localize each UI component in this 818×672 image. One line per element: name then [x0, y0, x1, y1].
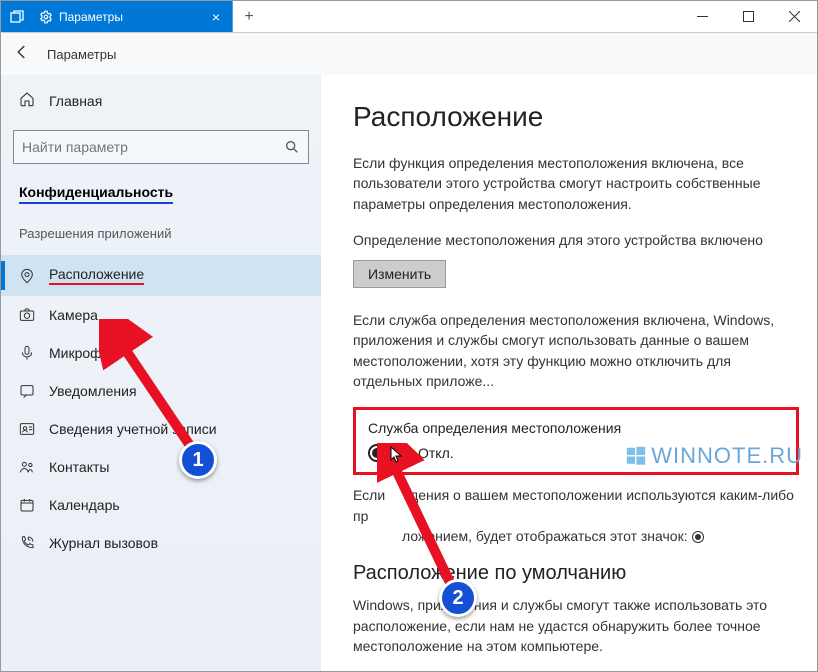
sidebar-item-account-info[interactable]: Сведения учетной записи [1, 410, 321, 448]
location-icon [19, 268, 35, 284]
sidebar-home-label: Главная [49, 93, 102, 109]
sidebar-item-label: Календарь [49, 497, 120, 513]
sidebar-item-label: Уведомления [49, 383, 137, 399]
calendar-icon [19, 497, 35, 513]
paragraph-service: Если служба определения местоположения в… [353, 310, 799, 391]
location-indicator-icon [692, 531, 704, 543]
sidebar-item-calendar[interactable]: Календарь [1, 486, 321, 524]
contacts-icon [19, 459, 35, 475]
active-tab[interactable]: Параметры × [33, 1, 233, 32]
search-input-box[interactable] [13, 130, 309, 164]
sidebar-item-label: Расположение [49, 266, 144, 285]
status-line: Определение местоположения для этого уст… [353, 230, 799, 250]
sidebar-item-location[interactable]: Расположение [1, 255, 321, 296]
window-minimize-button[interactable] [679, 1, 725, 32]
sidebar-item-notifications[interactable]: Уведомления [1, 372, 321, 410]
call-history-icon [19, 535, 35, 551]
microphone-icon [19, 345, 35, 361]
sidebar-item-microphone[interactable]: Микрофон [1, 334, 321, 372]
highlight-box: Служба определения местоположения Откл. [353, 407, 799, 475]
titlebar-spacer [265, 1, 679, 32]
breadcrumb: Параметры [47, 47, 116, 62]
new-tab-button[interactable]: + [233, 1, 265, 32]
gear-icon [39, 10, 53, 24]
sidebar: Главная Конфиденциальность Разрешения пр… [1, 75, 321, 671]
paragraph-default-location: Windows, приложения и службы смогут такж… [353, 595, 799, 656]
search-icon [284, 139, 300, 155]
account-info-icon [19, 421, 35, 437]
sidebar-item-contacts[interactable]: Контакты [1, 448, 321, 486]
tab-close-icon[interactable]: × [208, 9, 224, 25]
sidebar-section-title: Конфиденциальность [19, 184, 173, 204]
back-button[interactable] [13, 43, 31, 66]
main-content: Расположение Если функция определения ме… [321, 75, 817, 671]
sidebar-home[interactable]: Главная [1, 83, 321, 118]
sidebar-item-label: Камера [49, 307, 98, 323]
sidebar-subheading: Разрешения приложений [1, 226, 321, 241]
paragraph-icon-info: Если xxxдения о вашем местоположении исп… [353, 485, 799, 546]
sidebar-item-label: Контакты [49, 459, 109, 475]
window-close-button[interactable] [771, 1, 817, 32]
sidebar-item-label: Микрофон [49, 345, 117, 361]
home-icon [19, 91, 35, 110]
paragraph-intro: Если функция определения местоположения … [353, 153, 799, 214]
search-input[interactable] [22, 139, 284, 155]
toggle-label: Служба определения местоположения [368, 420, 784, 436]
camera-icon [19, 307, 35, 323]
toggle-state-text: Откл. [418, 445, 454, 461]
tab-set-icon[interactable] [1, 1, 33, 32]
sidebar-item-label: Журнал вызовов [49, 535, 158, 551]
sidebar-item-camera[interactable]: Камера [1, 296, 321, 334]
sidebar-item-call-history[interactable]: Журнал вызовов [1, 524, 321, 562]
window-maximize-button[interactable] [725, 1, 771, 32]
notifications-icon [19, 383, 35, 399]
header-bar: Параметры [1, 33, 817, 75]
location-service-toggle[interactable] [368, 444, 408, 462]
section-default-location: Расположение по умолчанию [353, 562, 799, 585]
sidebar-item-label: Сведения учетной записи [49, 421, 217, 437]
page-title: Расположение [353, 101, 799, 133]
tab-title: Параметры [59, 10, 202, 24]
window-titlebar: Параметры × + [1, 1, 817, 33]
change-button[interactable]: Изменить [353, 260, 446, 288]
